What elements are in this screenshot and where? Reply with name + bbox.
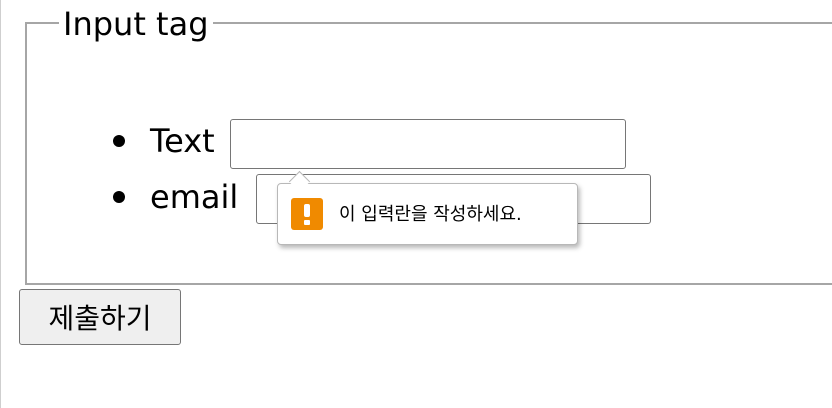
- validation-tooltip: 이 입력란을 작성하세요.: [277, 170, 578, 245]
- text-input[interactable]: [230, 119, 626, 169]
- submit-button[interactable]: 제출하기: [19, 289, 181, 345]
- bullet-icon: [113, 191, 125, 203]
- email-field-label: email: [150, 178, 239, 216]
- text-field-label: Text: [150, 122, 215, 160]
- fieldset-legend: Input tag: [59, 4, 213, 44]
- page-edge: [0, 0, 1, 408]
- bullet-icon: [113, 135, 125, 147]
- tooltip-message: 이 입력란을 작성하세요.: [339, 204, 522, 225]
- page: Input tag Text email 제출하기 이 입력란을 작성하세요.: [0, 0, 832, 408]
- warning-icon: [291, 198, 323, 230]
